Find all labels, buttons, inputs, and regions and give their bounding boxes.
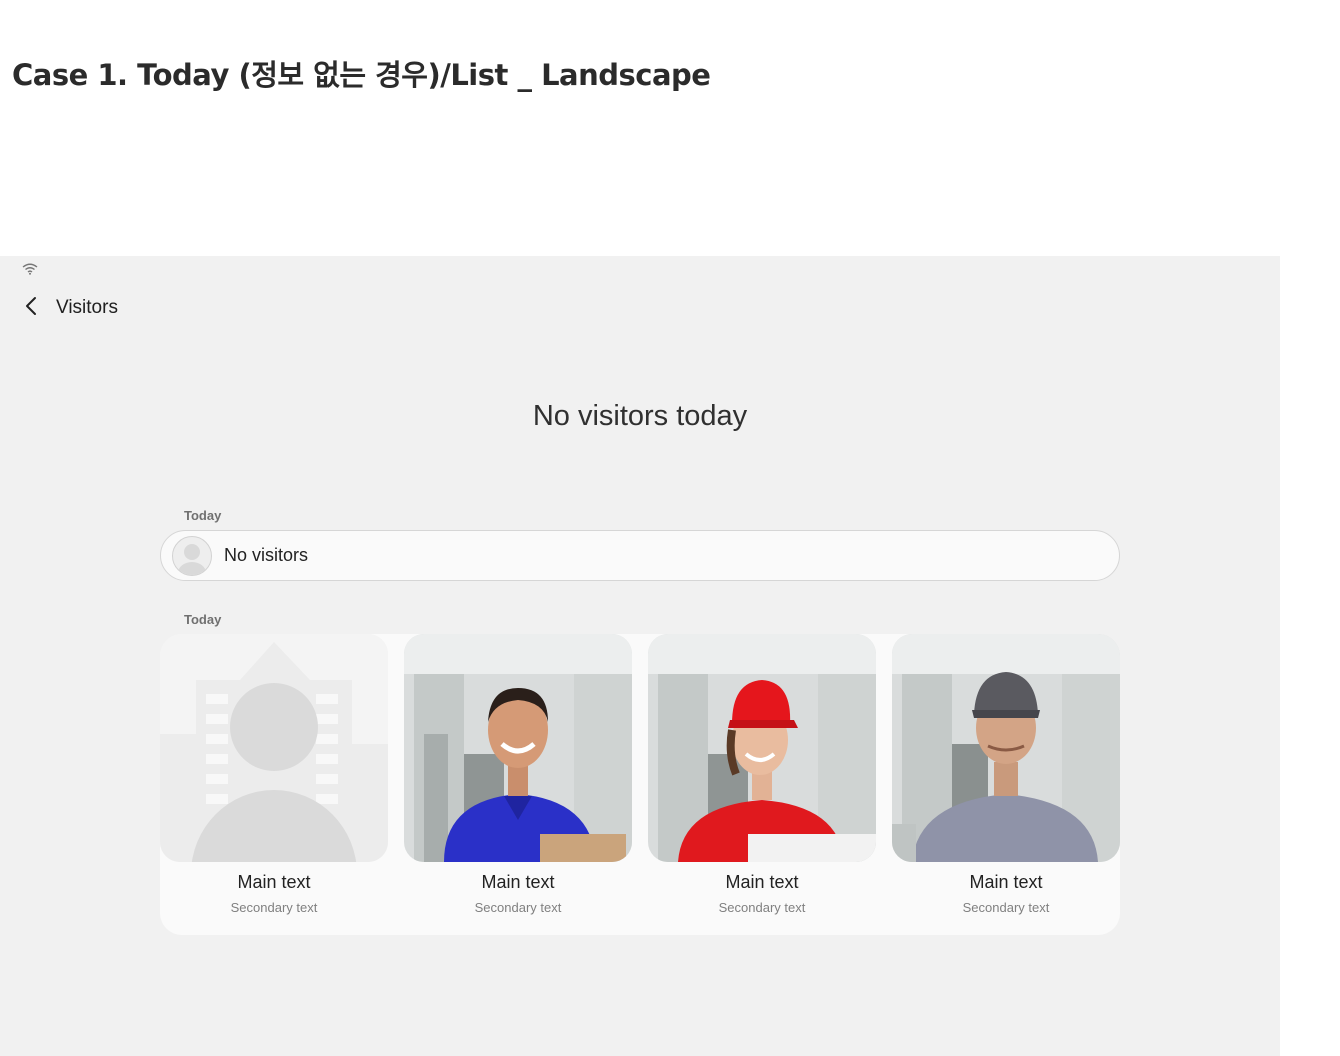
app-bar: Visitors <box>16 292 118 324</box>
visitor-cards-panel: Main text Secondary text Main text Secon… <box>160 634 1120 935</box>
tablet-screen: Visitors No visitors today Today No visi… <box>0 256 1280 1056</box>
delivery-woman-photo <box>648 634 876 862</box>
no-visitors-row[interactable]: No visitors <box>160 530 1120 581</box>
visitor-card[interactable]: Main text Secondary text <box>160 634 388 935</box>
man-gray-cap-photo <box>892 634 1120 862</box>
document-title: Case 1. Today (정보 없는 경우)/List _ Landscap… <box>12 58 711 92</box>
card-main-text: Main text <box>725 872 799 892</box>
empty-state-heading: No visitors today <box>532 400 748 432</box>
page-title: Visitors <box>56 297 118 318</box>
card-main-text: Main text <box>969 872 1043 892</box>
chevron-left-icon <box>24 296 38 321</box>
visitor-card[interactable]: Main text Secondary text <box>648 634 876 935</box>
section-label-today-1: Today <box>184 508 222 523</box>
back-button[interactable] <box>16 293 46 323</box>
status-bar <box>22 262 38 276</box>
placeholder-person-icon <box>160 634 388 862</box>
section-label-today-2: Today <box>184 612 222 627</box>
visitor-card[interactable]: Main text Secondary text <box>404 634 632 935</box>
visitor-card[interactable]: Main text Secondary text <box>892 634 1120 935</box>
no-visitors-label: No visitors <box>224 545 309 565</box>
card-secondary-text: Secondary text <box>962 900 1050 915</box>
card-secondary-text: Secondary text <box>474 900 562 915</box>
card-main-text: Main text <box>481 872 555 892</box>
wifi-icon <box>22 262 38 279</box>
default-avatar-icon <box>172 535 212 576</box>
card-main-text: Main text <box>237 872 311 892</box>
card-secondary-text: Secondary text <box>718 900 806 915</box>
delivery-man-photo <box>404 634 632 862</box>
card-secondary-text: Secondary text <box>230 900 318 915</box>
